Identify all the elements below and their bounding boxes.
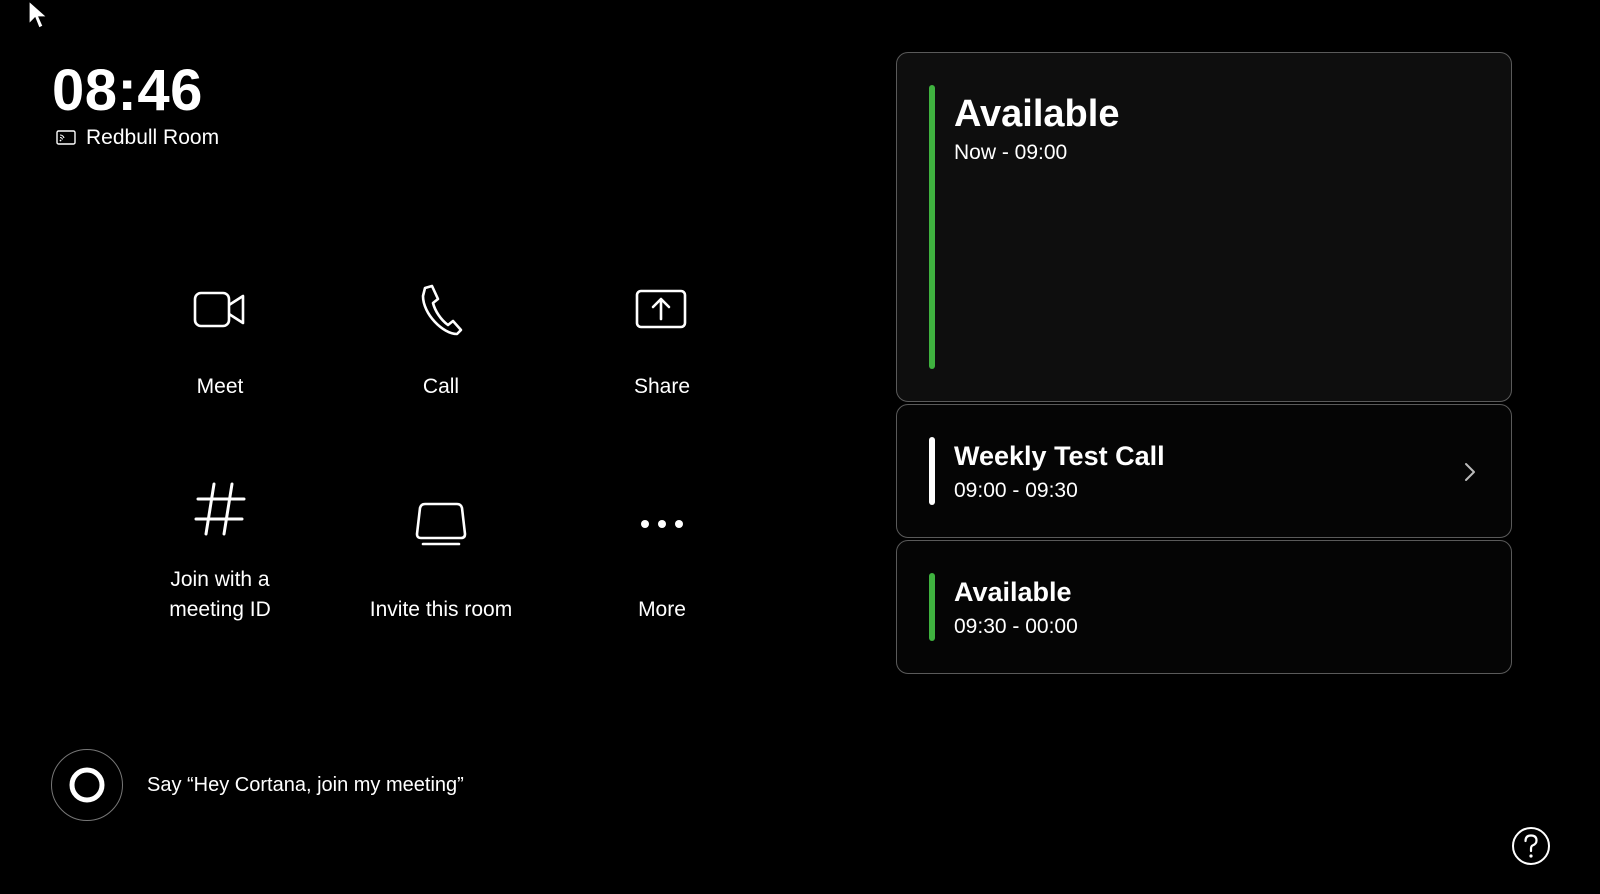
meet-button[interactable]: Meet: [110, 260, 330, 450]
agenda-list: Available Now - 09:00 Weekly Test Call 0…: [896, 52, 1512, 676]
room-display-icon: [56, 130, 76, 145]
status-bar: [929, 437, 935, 505]
mouse-cursor-icon: [28, 0, 49, 29]
share-screen-icon: [635, 289, 687, 329]
teams-room-home: 08:46 Redbull Room Meet Call Share Join …: [0, 0, 1600, 894]
call-label: Call: [422, 375, 460, 398]
share-button[interactable]: Share: [552, 260, 772, 450]
room-device-icon: [415, 502, 467, 546]
join-with-meeting-id-label: Join with a meeting ID: [169, 568, 271, 621]
agenda-slot-available-now[interactable]: Available Now - 09:00: [896, 52, 1512, 402]
status-bar: [929, 85, 935, 369]
cortana-button[interactable]: [51, 749, 123, 821]
agenda-slot-weekly-test-call[interactable]: Weekly Test Call 09:00 - 09:30: [896, 404, 1512, 538]
slot-time: 09:30 - 00:00: [954, 615, 1078, 638]
slot-title: Available: [954, 577, 1072, 607]
cortana-ring-icon: [69, 767, 105, 803]
more-dots-icon: [641, 520, 683, 528]
cortana-row: Say “Hey Cortana, join my meeting”: [51, 749, 464, 821]
agenda-slot-available-later[interactable]: Available 09:30 - 00:00: [896, 540, 1512, 674]
meet-label: Meet: [196, 375, 244, 398]
video-camera-icon: [193, 291, 245, 328]
cortana-hint: Say “Hey Cortana, join my meeting”: [147, 773, 464, 796]
slot-title: Weekly Test Call: [954, 441, 1165, 471]
help-icon[interactable]: [1511, 826, 1551, 866]
more-label: More: [638, 598, 686, 621]
more-button[interactable]: More: [552, 465, 772, 655]
slot-title: Available: [954, 93, 1120, 135]
share-label: Share: [633, 375, 691, 398]
hash-icon: [194, 482, 246, 536]
slot-time: 09:00 - 09:30: [954, 479, 1078, 502]
invite-this-room-button[interactable]: Invite this room: [331, 465, 551, 655]
room-name-row: Redbull Room: [56, 124, 219, 152]
clock-time: 08:46: [52, 58, 203, 123]
invite-this-room-label: Invite this room: [369, 598, 513, 621]
join-with-meeting-id-button[interactable]: Join with a meeting ID: [110, 465, 330, 655]
action-grid: Meet Call Share Join with a meeting ID I…: [110, 260, 790, 680]
room-name: Redbull Room: [86, 126, 220, 149]
chevron-right-icon[interactable]: [1463, 461, 1477, 483]
status-bar: [929, 573, 935, 641]
slot-time: Now - 09:00: [954, 141, 1068, 164]
phone-icon: [421, 284, 463, 336]
call-button[interactable]: Call: [331, 260, 551, 450]
